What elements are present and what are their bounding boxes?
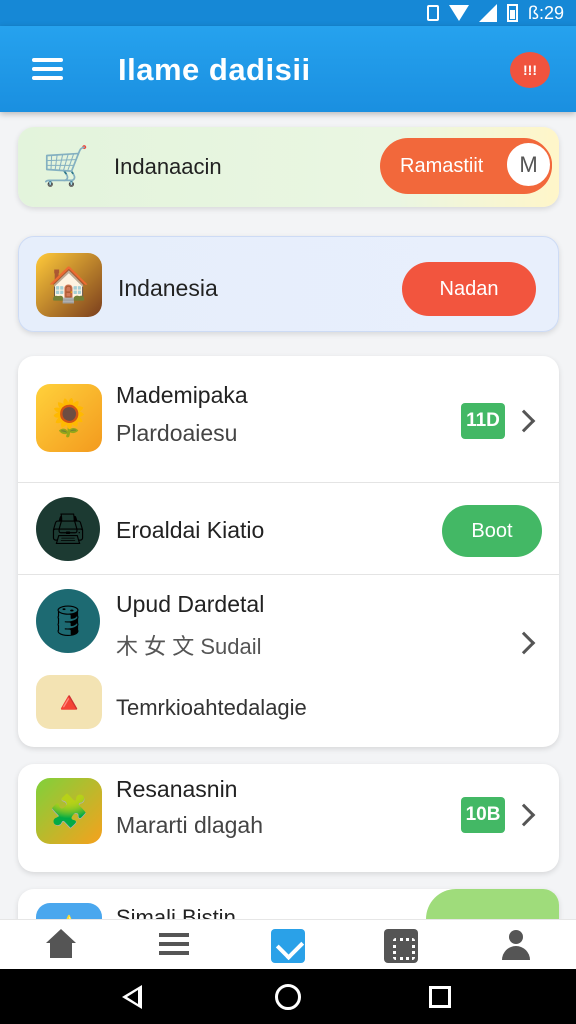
- card-1-label: Indanaacin: [114, 154, 222, 179]
- rating-badge: 10B: [461, 797, 505, 833]
- promo-card-1[interactable]: 🛒 Indanaacin Ramastiit M: [18, 127, 559, 207]
- menu-icon[interactable]: [32, 58, 63, 80]
- signal-icon: [478, 4, 497, 22]
- rating-badge: 11D: [461, 403, 505, 439]
- recents-icon[interactable]: [429, 986, 451, 1008]
- ramastiit-button-label: Ramastiit: [400, 154, 484, 177]
- game-list-card: 🌻 Mademipaka Plardoaiesu 11D 🖨 Eroaldai …: [18, 356, 559, 747]
- chevron-right-icon[interactable]: [512, 803, 536, 827]
- home-circle-icon[interactable]: [275, 984, 301, 1010]
- game-icon: 🏠: [36, 253, 102, 317]
- edit-icon[interactable]: [271, 929, 305, 963]
- status-time: ß:29: [527, 2, 564, 23]
- list-item[interactable]: 🛢 Upud Dardetal 木 女 文 Sudail: [18, 575, 559, 665]
- list-item-subtitle: Mararti dlagah: [116, 812, 264, 838]
- avatar-circle: M: [505, 141, 552, 188]
- card-2-label: Indanesia: [118, 275, 218, 301]
- list-item-subtitle: 木 女 文 Sudail: [116, 634, 262, 659]
- puzzle-game-icon: 🧩: [36, 778, 102, 844]
- app-title: Ilame dadisii: [118, 52, 311, 87]
- nadan-button[interactable]: Nadan: [402, 262, 536, 316]
- adventure-game-icon: 🔺: [36, 675, 102, 729]
- battery-icon: [506, 4, 518, 22]
- status-bar: ß:29: [0, 0, 576, 26]
- list-icon[interactable]: [157, 929, 191, 963]
- list-item-title: Temrkioahtedalagie: [116, 695, 307, 720]
- chevron-right-icon[interactable]: [512, 409, 536, 433]
- list-item-title: Eroaldai Kiatio: [116, 517, 265, 543]
- list-item[interactable]: 🖨 Eroaldai Kiatio Boot: [18, 483, 559, 573]
- profile-icon[interactable]: [499, 929, 533, 963]
- app-bar: Ilame dadisii !!!: [0, 26, 576, 112]
- list-item-title: Upud Dardetal: [116, 591, 265, 617]
- cart-icon: 🛒: [42, 146, 90, 188]
- chat-icon[interactable]: !!!: [510, 52, 550, 88]
- promo-card-2[interactable]: 🏠 Indanesia Nadan: [18, 236, 559, 332]
- plant-game-icon: 🌻: [36, 384, 102, 452]
- chevron-right-icon[interactable]: [512, 631, 536, 655]
- list-item-title: Resanasnin: [116, 776, 238, 802]
- list-item-subtitle: Plardoaiesu: [116, 420, 238, 446]
- game-icon[interactable]: [384, 929, 418, 963]
- back-icon[interactable]: [122, 985, 142, 1009]
- list-item-card[interactable]: 🧩 Resanasnin Mararti dlagah 10B: [18, 764, 559, 872]
- system-nav-bar: [0, 969, 576, 1024]
- printer-game-icon: 🖨: [36, 497, 100, 561]
- home-icon[interactable]: [44, 929, 78, 963]
- list-item-title: Mademipaka: [116, 382, 248, 408]
- boot-button[interactable]: Boot: [442, 505, 542, 557]
- wifi-icon: [448, 5, 469, 21]
- list-item[interactable]: 🔺 Temrkioahtedalagie: [18, 665, 559, 747]
- barrel-game-icon: 🛢: [36, 589, 100, 653]
- vibrate-icon: [426, 5, 439, 21]
- list-item[interactable]: 🌻 Mademipaka Plardoaiesu 11D: [18, 356, 559, 482]
- bottom-nav: [0, 919, 576, 969]
